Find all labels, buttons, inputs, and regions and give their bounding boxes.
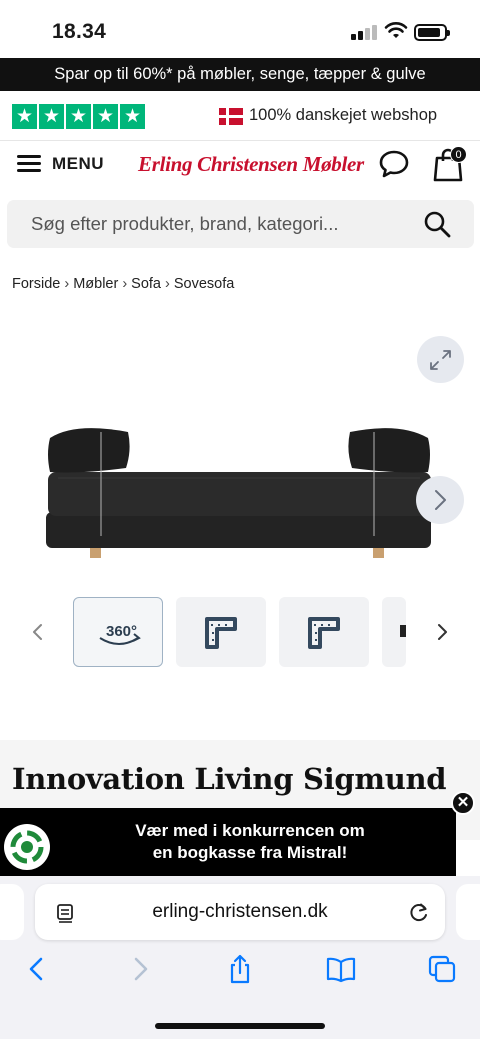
wifi-icon: [384, 22, 408, 38]
menu-button[interactable]: MENU: [52, 154, 104, 174]
back-arrow-icon[interactable]: [22, 954, 52, 984]
reload-icon[interactable]: [407, 900, 431, 924]
cellular-signal-icon: [351, 24, 377, 40]
bookmarks-icon[interactable]: [326, 954, 356, 984]
contest-line-2: en bogkasse fra Mistral!: [152, 843, 348, 862]
contest-text: Vær med i konkurrencen om en bogkasse fr…: [60, 820, 440, 864]
thumbnail-dimensions[interactable]: [279, 597, 369, 667]
breadcrumb-item[interactable]: Sofa: [131, 276, 161, 292]
promo-banner[interactable]: Spar op til 60%* på møbler, senge, tæppe…: [0, 58, 480, 91]
previous-tab-peek[interactable]: [0, 884, 24, 940]
tabs-icon[interactable]: [427, 954, 457, 984]
star-icon: ★: [120, 104, 145, 129]
thumbnail-360[interactable]: 360°: [73, 597, 163, 667]
address-bar[interactable]: erling-christensen.dk: [35, 884, 445, 940]
trust-text: 100% danskejet webshop: [249, 106, 438, 124]
search-icon[interactable]: [423, 210, 451, 238]
url-text: erling-christensen.dk: [152, 901, 328, 922]
forward-arrow-icon[interactable]: [125, 954, 155, 984]
battery-icon: [414, 24, 450, 41]
breadcrumb: Forside › Møbler › Sofa › Sovesofa: [12, 276, 234, 292]
trustpilot-stars[interactable]: ★ ★ ★ ★ ★: [12, 104, 145, 129]
rotate-360-icon: [99, 633, 141, 645]
site-logo[interactable]: Erling Christensen Møbler: [138, 152, 364, 177]
breadcrumb-separator: ›: [64, 276, 70, 292]
next-tab-peek[interactable]: [456, 884, 480, 940]
search-input[interactable]: [31, 213, 401, 235]
page: 18.34 Spar op til 60%* på møbler, senge,…: [0, 0, 480, 1039]
browser-bottom-bar: erling-christensen.dk: [0, 876, 480, 1039]
star-icon: ★: [93, 104, 118, 129]
home-indicator: [155, 1023, 325, 1029]
image-next-button[interactable]: [416, 476, 464, 524]
fullscreen-button[interactable]: [417, 336, 464, 383]
breadcrumb-separator: ›: [122, 276, 128, 292]
chat-icon[interactable]: [378, 149, 410, 179]
ruler-icon: [205, 617, 237, 649]
breadcrumb-separator: ›: [165, 276, 170, 292]
ruler-icon: [308, 617, 340, 649]
breadcrumb-item[interactable]: Forside: [12, 276, 60, 292]
breadcrumb-item[interactable]: Sovesofa: [174, 276, 234, 292]
expand-icon: [430, 350, 451, 370]
product-title: Innovation Living Sigmund: [12, 762, 447, 796]
status-bar: 18.34: [0, 0, 480, 58]
danish-flag-icon: [219, 108, 243, 125]
site-header: MENU Erling Christensen Møbler 0: [0, 140, 480, 188]
chevron-right-icon: [435, 490, 446, 510]
thumbnail-dimensions[interactable]: [176, 597, 266, 667]
contest-banner[interactable]: Vær med i konkurrencen om en bogkasse fr…: [0, 808, 456, 876]
hamburger-menu-icon[interactable]: [17, 155, 41, 173]
recycle-icon: [10, 830, 44, 864]
search-bar: [7, 200, 474, 248]
product-image-sofa[interactable]: [0, 410, 480, 570]
chevron-left-icon[interactable]: [28, 621, 48, 643]
thumbnail-partial[interactable]: [382, 597, 406, 667]
trust-bar: ★ ★ ★ ★ ★ 100% danskejet webshop: [0, 98, 480, 136]
share-icon[interactable]: [225, 954, 255, 984]
cart-count-badge: 0: [450, 146, 467, 163]
close-icon[interactable]: ✕: [451, 791, 475, 815]
contest-line-1: Vær med i konkurrencen om: [135, 821, 365, 840]
breadcrumb-item[interactable]: Møbler: [73, 276, 118, 292]
thumbnail-strip: 360°: [0, 596, 480, 668]
star-icon: ★: [66, 104, 91, 129]
status-time: 18.34: [52, 20, 107, 43]
sofa-thumbnail-icon: [400, 625, 406, 637]
star-icon: ★: [39, 104, 64, 129]
chevron-right-icon[interactable]: [432, 621, 452, 643]
star-icon: ★: [12, 104, 37, 129]
contest-logo: [4, 824, 50, 870]
